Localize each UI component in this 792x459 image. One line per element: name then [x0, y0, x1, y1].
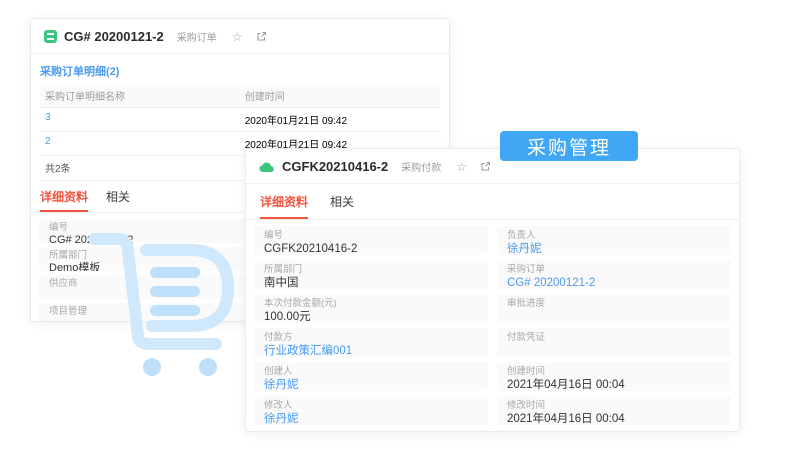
detail-link[interactable]: 3: [45, 112, 245, 127]
field-label: 所属部门: [264, 264, 303, 275]
share-icon[interactable]: [480, 161, 491, 172]
record-type-label: 采购付款: [401, 163, 442, 174]
field-value: 2021年04月16日 00:04: [507, 413, 625, 425]
purchase-payment-title: CGFK20210416-2: [282, 159, 389, 174]
field-label: 付款方: [264, 332, 293, 343]
purchase-payment-icon: [259, 161, 275, 173]
purchase-order-header: CG# 20200121-2 采购订单 ☆: [31, 19, 449, 54]
share-icon[interactable]: [256, 31, 267, 42]
column-header-created: 创建时间: [244, 92, 285, 103]
field-value-link[interactable]: 徐丹妮: [507, 243, 721, 255]
favorite-star-icon[interactable]: ☆: [456, 161, 467, 173]
field-label: 本次付款金额(元): [264, 298, 337, 309]
favorite-star-icon[interactable]: ☆: [232, 31, 243, 43]
detail-section-title: 采购订单明细(2): [40, 66, 120, 78]
field-value-link[interactable]: 徐丹妮: [264, 413, 478, 425]
field-value-link[interactable]: 行业政策汇编001: [264, 345, 478, 357]
tab-related[interactable]: 相关: [106, 188, 130, 212]
tab-detail-info[interactable]: 详细资料: [40, 188, 89, 212]
field-department: 所属部门 南中国: [254, 260, 488, 289]
field-payer: 付款方 行业政策汇编001: [254, 328, 488, 357]
field-label: 创建时间: [507, 366, 546, 377]
field-created-time: 创建时间 2021年04月16日 00:04: [497, 362, 731, 391]
table-header-row: 采购订单明细名称 创建时间: [40, 84, 440, 108]
field-label: 负责人: [507, 230, 536, 241]
field-payment-voucher: 付款凭证: [497, 328, 731, 357]
purchase-order-icon: [44, 30, 57, 43]
page: CG# 20200121-2 采购订单 ☆ 采购订单明细(2) 采购订单明细名称…: [0, 0, 792, 459]
field-number: 编号 CGFK20210416-2: [254, 226, 488, 255]
field-label: 创建人: [264, 366, 293, 377]
purchase-payment-card: CGFK20210416-2 采购付款 ☆ 详细资料 相关 编号 CGFK202…: [245, 148, 740, 432]
field-label: 编号: [264, 230, 284, 241]
field-label: 付款凭证: [507, 332, 546, 343]
detail-link[interactable]: 2: [45, 136, 245, 151]
field-value-link[interactable]: 徐丹妮: [264, 379, 478, 391]
field-modified-time: 修改时间 2021年04月16日 00:04: [497, 396, 731, 425]
field-modifier: 修改人 徐丹妮: [254, 396, 488, 425]
tab-related[interactable]: 相关: [330, 193, 354, 219]
field-label: 修改时间: [507, 400, 546, 411]
front-right-column: 负责人 徐丹妮 采购订单 CG# 20200121-2 审批进度 付款凭证 创建…: [497, 226, 731, 430]
shopping-cart-watermark-icon: [80, 222, 240, 402]
tab-detail-info[interactable]: 详细资料: [260, 193, 309, 219]
purchase-payment-header: CGFK20210416-2 采购付款 ☆: [246, 149, 739, 184]
front-tabs: 详细资料 相关: [246, 184, 739, 220]
created-time-cell: 2020年01月21日 09:42: [244, 116, 348, 127]
field-purchase-order-ref: 采购订单 CG# 20200121-2: [497, 260, 731, 289]
front-left-column: 编号 CGFK20210416-2 所属部门 南中国 本次付款金额(元) 100…: [254, 226, 488, 430]
column-header-name: 采购订单明细名称: [45, 92, 125, 103]
purchase-order-title: CG# 20200121-2: [64, 29, 164, 44]
table-row: 3 2020年01月21日 09:42: [40, 108, 440, 132]
field-creator: 创建人 徐丹妮: [254, 362, 488, 391]
field-label: 采购订单: [507, 264, 546, 275]
field-value: CGFK20210416-2: [264, 243, 358, 255]
field-label: 审批进度: [507, 298, 546, 309]
front-fields: 编号 CGFK20210416-2 所属部门 南中国 本次付款金额(元) 100…: [246, 220, 739, 431]
field-payment-amount: 本次付款金额(元) 100.00元: [254, 294, 488, 323]
field-value: 南中国: [264, 277, 299, 289]
field-owner: 负责人 徐丹妮: [497, 226, 731, 255]
field-value: 2021年04月16日 00:04: [507, 379, 625, 391]
field-label: 修改人: [264, 400, 293, 411]
field-approval-progress: 审批进度: [497, 294, 731, 323]
record-type-label: 采购订单: [176, 33, 217, 44]
module-badge: 采购管理: [500, 131, 638, 161]
field-value: 100.00元: [264, 311, 311, 323]
field-value-link[interactable]: CG# 20200121-2: [507, 277, 721, 289]
